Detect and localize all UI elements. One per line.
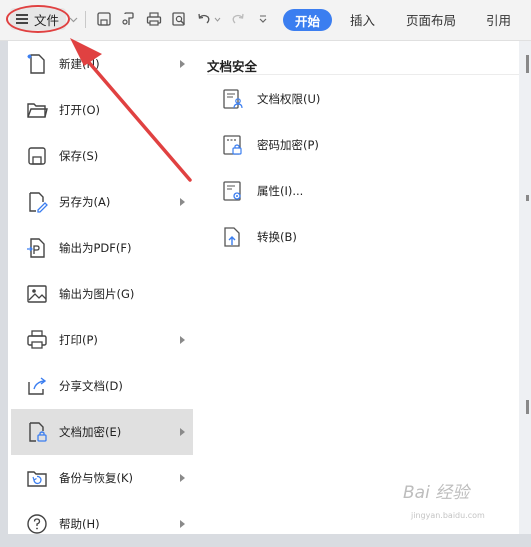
menu-item-label: 打印(P) — [59, 333, 98, 347]
save-icon — [25, 144, 49, 168]
chevron-down-icon[interactable] — [69, 15, 78, 24]
submenu-item-doc-permission[interactable]: 文档权限(U) — [221, 85, 451, 113]
format-painter-icon[interactable] — [121, 11, 137, 27]
watermark-logo: Bai 经验 jingyan.baidu.com — [403, 478, 523, 528]
submenu-item-properties[interactable]: 属性(I)... — [221, 177, 451, 205]
menu-item-save[interactable]: 保存(S) — [11, 133, 198, 179]
share-icon — [25, 374, 49, 398]
menu-item-label: 文档加密(E) — [59, 425, 122, 439]
tab-references[interactable]: 引用 — [486, 10, 511, 29]
menu-item-help[interactable]: 帮助(H) — [11, 501, 198, 547]
save-as-icon — [25, 190, 49, 214]
scrollbar-marker — [526, 195, 529, 201]
menu-item-share[interactable]: 分享文档(D) — [11, 363, 198, 409]
menu-item-label: 分享文档(D) — [59, 379, 123, 393]
password-lock-icon — [221, 133, 245, 157]
submenu-item-label: 密码加密(P) — [257, 138, 319, 152]
watermark-text: Bai 经验 — [403, 483, 470, 503]
encrypt-icon — [25, 420, 49, 444]
tab-start[interactable]: 开始 — [283, 9, 332, 31]
submenu-arrow-icon — [180, 336, 185, 344]
watermark-url: jingyan.baidu.com — [411, 511, 485, 520]
print-icon[interactable] — [146, 11, 162, 27]
scrollbar-thumb[interactable] — [526, 55, 529, 73]
convert-icon — [221, 225, 245, 249]
toolbar-separator — [85, 11, 86, 28]
menu-item-label: 帮助(H) — [59, 517, 100, 531]
submenu-item-password[interactable]: 密码加密(P) — [221, 131, 451, 159]
menu-item-new[interactable]: 新建(N) — [11, 41, 198, 87]
submenu-divider — [207, 74, 519, 75]
save-icon[interactable] — [96, 11, 112, 27]
tab-page-layout[interactable]: 页面布局 — [406, 10, 456, 29]
menu-item-open[interactable]: 打开(O) — [11, 87, 198, 133]
submenu-arrow-icon — [180, 60, 185, 68]
document-area — [519, 41, 531, 534]
submenu-item-label: 属性(I)... — [257, 184, 304, 198]
menu-item-label: 保存(S) — [59, 149, 99, 163]
doc-permission-icon — [221, 87, 245, 111]
highlight-circle — [6, 5, 70, 33]
tab-insert[interactable]: 插入 — [350, 10, 375, 29]
encrypt-submenu: 文档安全 文档权限(U) 密码加密(P) 属性(I)... 转换(B) — [193, 41, 519, 534]
menu-item-backup[interactable]: 备份与恢复(K) — [11, 455, 198, 501]
file-menu: 新建(N) 打开(O) 保存(S) 另存为(A) 输出为PDF(F) 输出为图片… — [8, 41, 198, 534]
pdf-icon — [25, 236, 49, 260]
scrollbar-marker — [526, 400, 529, 414]
submenu-arrow-icon — [180, 520, 185, 528]
menu-item-label: 输出为图片(G) — [59, 287, 135, 301]
submenu-item-label: 文档权限(U) — [257, 92, 321, 106]
backup-icon — [25, 466, 49, 490]
menu-item-label: 另存为(A) — [59, 195, 111, 209]
undo-dropdown-icon[interactable] — [214, 16, 221, 23]
submenu-arrow-icon — [180, 428, 185, 436]
ribbon-bar: 文件 开始 插入 页面布局 引用 — [0, 0, 531, 41]
menu-item-encrypt[interactable]: 文档加密(E) — [11, 409, 198, 455]
menu-item-label: 输出为PDF(F) — [59, 241, 132, 255]
submenu-arrow-icon — [180, 474, 185, 482]
print-icon — [25, 328, 49, 352]
help-icon — [25, 512, 49, 536]
image-icon — [25, 282, 49, 306]
menu-item-print[interactable]: 打印(P) — [11, 317, 198, 363]
print-preview-icon[interactable] — [171, 11, 187, 27]
menu-item-save-as[interactable]: 另存为(A) — [11, 179, 198, 225]
menu-item-label: 备份与恢复(K) — [59, 471, 134, 485]
menu-item-export-pdf[interactable]: 输出为PDF(F) — [11, 225, 198, 271]
new-icon — [25, 52, 49, 76]
open-folder-icon — [25, 98, 49, 122]
menu-item-export-image[interactable]: 输出为图片(G) — [11, 271, 198, 317]
menu-item-label: 新建(N) — [59, 57, 100, 71]
menu-item-label: 打开(O) — [59, 103, 101, 117]
submenu-item-label: 转换(B) — [257, 230, 297, 244]
submenu-title: 文档安全 — [207, 59, 258, 74]
properties-icon — [221, 179, 245, 203]
more-dropdown-icon[interactable] — [258, 15, 268, 24]
undo-icon[interactable] — [196, 11, 212, 27]
redo-icon[interactable] — [230, 11, 246, 27]
submenu-item-convert[interactable]: 转换(B) — [221, 223, 451, 251]
submenu-arrow-icon — [180, 198, 185, 206]
